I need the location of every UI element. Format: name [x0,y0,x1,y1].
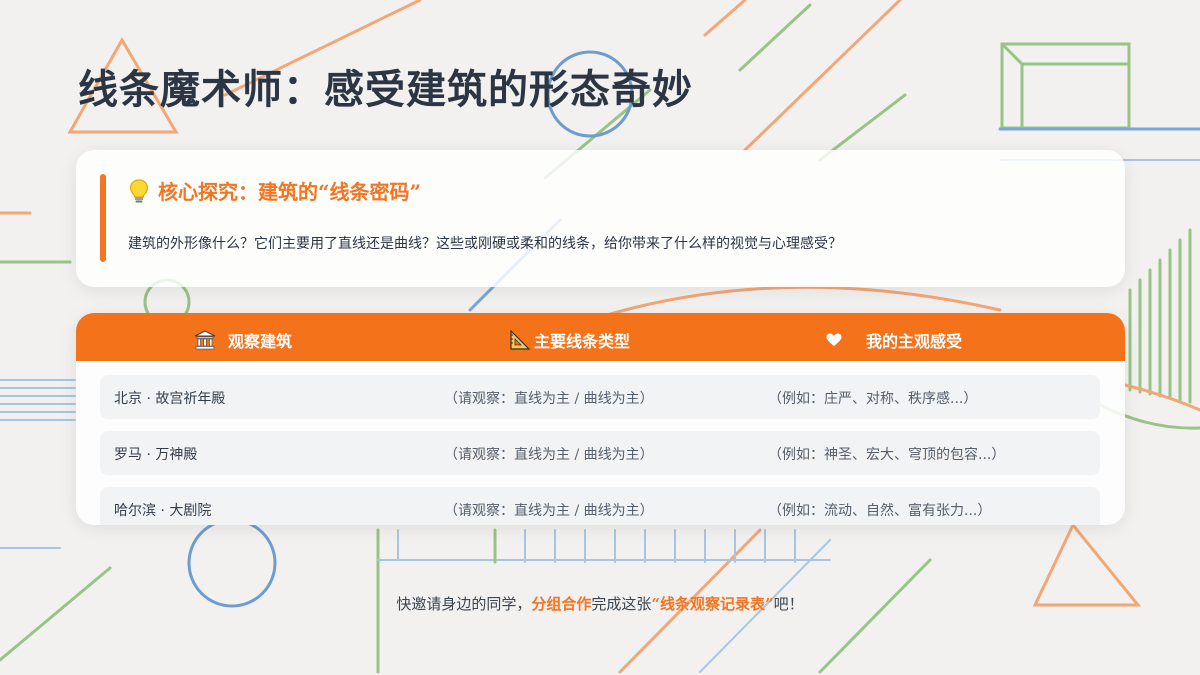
header-building: 观察建筑 [194,328,292,352]
landmark-icon [194,330,216,350]
cell-line-type: （请观察：直线为主 / 曲线为主） [444,447,654,463]
footer-instruction: 快邀请身边的同学，分组合作完成这张“线条观察记录表”吧！ [0,593,1200,614]
footer-text-1: 快邀请身边的同学， [396,595,532,613]
cell-feeling: （例如：神圣、宏大、穹顶的包容...） [768,447,1006,463]
header-line-type-label: 主要线条类型 [534,332,631,351]
header-feeling-label: 我的主观感受 [866,332,963,351]
core-inquiry-description: 建筑的外形像什么？它们主要用了直线还是曲线？这些或刚硬或柔和的线条，给你带来了什… [128,236,842,252]
cell-building: 哈尔滨 · 大剧院 [114,503,212,519]
cell-feeling: （例如：庄严、对称、秩序感...） [768,391,978,407]
core-inquiry-heading-text: 核心探究：建筑的“线条密码” [158,180,422,204]
cell-building: 北京 · 故宫祈年殿 [114,391,226,407]
table-row: 罗马 · 万神殿 （请观察：直线为主 / 曲线为主） （例如：神圣、宏大、穹顶的… [100,431,1100,475]
header-building-label: 观察建筑 [228,332,293,351]
table-row: 哈尔滨 · 大剧院 （请观察：直线为主 / 曲线为主） （例如：流动、自然、富有… [100,487,1100,525]
core-inquiry-card: 核心探究：建筑的“线条密码” 建筑的外形像什么？它们主要用了直线还是曲线？这些或… [76,150,1125,287]
cell-line-type: （请观察：直线为主 / 曲线为主） [444,503,654,519]
cell-feeling: （例如：流动、自然、富有张力...） [768,503,992,519]
table-row: 北京 · 故宫祈年殿 （请观察：直线为主 / 曲线为主） （例如：庄严、对称、秩… [100,375,1100,419]
triangle-ruler-icon [510,330,530,350]
accent-bar [100,174,106,262]
header-feeling: 我的主观感受 [826,328,962,352]
page-title: 线条魔术师：感受建筑的形态奇妙 [78,66,693,113]
cell-line-type: （请观察：直线为主 / 曲线为主） [444,391,654,407]
footer-text-2: 完成这张 [591,595,652,613]
heart-icon [826,333,842,347]
cell-building: 罗马 · 万神殿 [114,447,198,463]
footer-highlight-record-sheet: “线条观察记录表” [651,595,774,613]
core-inquiry-heading: 核心探究：建筑的“线条密码” [128,176,421,205]
lightbulb-icon [128,178,150,204]
footer-text-3: 吧！ [773,595,804,613]
table-header: 观察建筑 主要线条类型 我的主观感受 [76,313,1125,361]
observation-table: 观察建筑 主要线条类型 我的主观感受 北京 · 故宫祈年殿 （请观察：直线为主 … [76,313,1125,525]
footer-highlight-group-work: 分组合作 [531,595,592,613]
header-line-type: 主要线条类型 [510,328,630,352]
